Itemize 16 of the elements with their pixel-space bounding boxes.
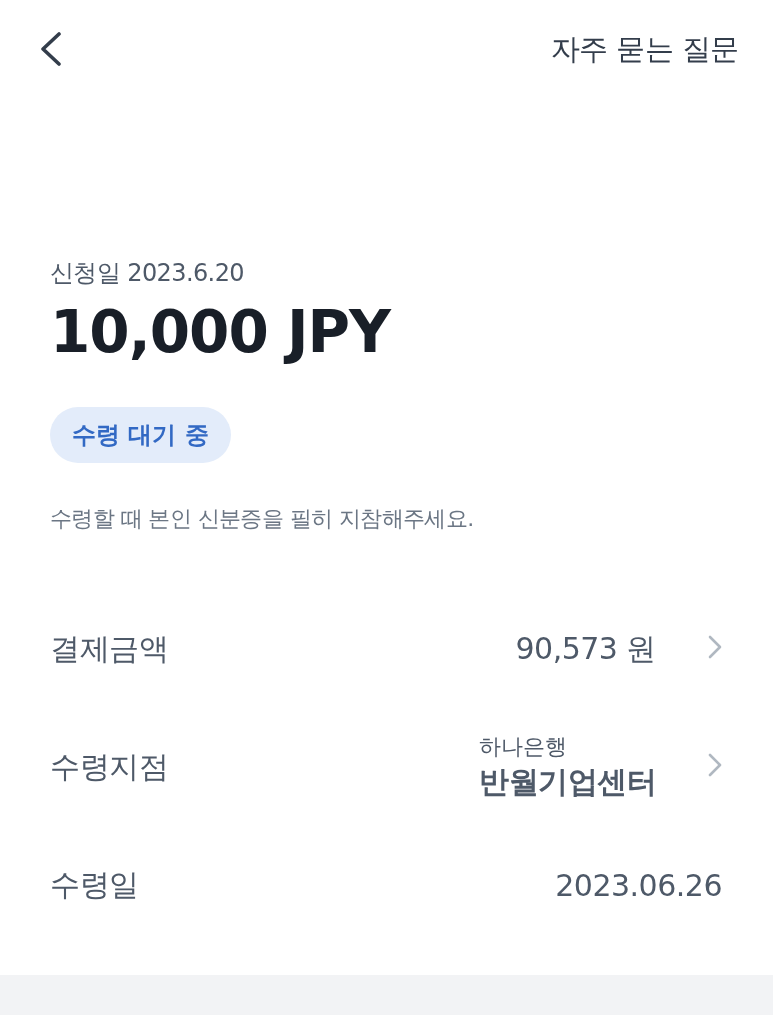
- branch-name: 반월기업센터: [479, 763, 656, 801]
- faq-link[interactable]: 자주 묻는 질문: [550, 31, 739, 67]
- chevron-right-icon[interactable]: [708, 753, 722, 777]
- chevron-right-icon[interactable]: [708, 635, 722, 659]
- back-button[interactable]: [40, 32, 62, 66]
- status-badge: 수령 대기 중: [50, 407, 231, 463]
- notice-text: 수령할 때 본인 신분증을 필히 지참해주세요.: [50, 505, 474, 533]
- bank-name: 하나은행: [479, 733, 567, 761]
- back-chevron-icon: [40, 32, 62, 66]
- detail-label: 수령일: [50, 865, 139, 904]
- request-date: 신청일 2023.6.20: [50, 258, 244, 288]
- detail-value: 90,573 원: [515, 629, 656, 668]
- detail-label: 결제금액: [50, 629, 168, 668]
- detail-value: 2023.06.26: [555, 867, 722, 903]
- amount-text: 10,000 JPY: [50, 297, 391, 368]
- detail-label: 수령지점: [50, 747, 168, 786]
